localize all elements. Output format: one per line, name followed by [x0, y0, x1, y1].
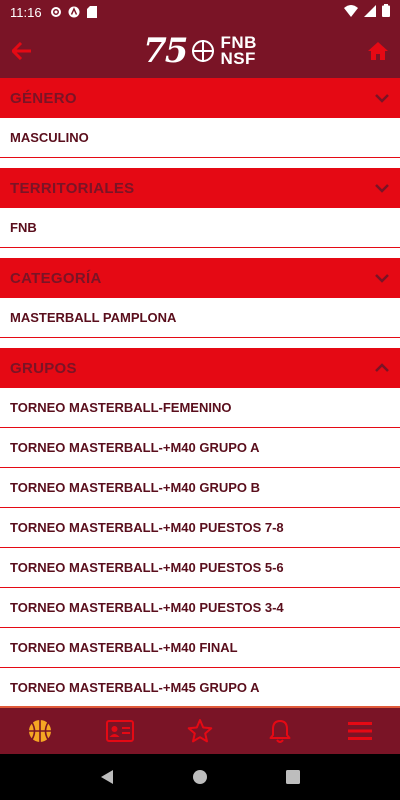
app-notification-icon [68, 6, 80, 18]
home-circle-icon[interactable] [185, 762, 215, 792]
signal-icon [364, 4, 376, 20]
section-title: CATEGORÍA [10, 269, 102, 287]
battery-icon [382, 4, 390, 20]
star-icon[interactable] [180, 711, 220, 751]
list-item[interactable]: FNB [0, 208, 400, 248]
list-item[interactable]: MASTERBALL PAMPLONA [0, 298, 400, 338]
system-nav-bar [0, 754, 400, 800]
chevron-down-icon [374, 90, 390, 106]
fnb-logo: 75 FNB NSF [143, 34, 257, 68]
section-header-grupos[interactable]: GRUPOS [0, 348, 400, 388]
list-item[interactable]: TORNEO MASTERBALL-+M45 GRUPO A [0, 668, 400, 706]
section-header-categoria[interactable]: CATEGORÍA [0, 258, 400, 298]
section-gap [0, 248, 400, 258]
basketball-logo-icon [192, 40, 215, 62]
settings-icon [50, 6, 62, 18]
chevron-up-icon [374, 360, 390, 376]
list-item[interactable]: TORNEO MASTERBALL-+M40 GRUPO A [0, 428, 400, 468]
sd-card-icon [86, 6, 98, 18]
list-item[interactable]: TORNEO MASTERBALL-+M40 GRUPO B [0, 468, 400, 508]
section-title: TERRITORIALES [10, 179, 135, 197]
filters-list: GÉNERO MASCULINO TERRITORIALES FNB CATEG… [0, 78, 400, 706]
section-header-genero[interactable]: GÉNERO [0, 78, 400, 118]
menu-icon[interactable] [340, 711, 380, 751]
logo-text: FNB NSF [220, 34, 256, 68]
list-item[interactable]: TORNEO MASTERBALL-+M40 PUESTOS 5-6 [0, 548, 400, 588]
section-title: GÉNERO [10, 89, 77, 107]
back-triangle-icon[interactable] [92, 762, 122, 792]
app-bar: 75 FNB NSF [0, 24, 400, 78]
bell-icon[interactable] [260, 711, 300, 751]
logo-line2: NSF [220, 49, 256, 68]
basketball-icon[interactable] [20, 711, 60, 751]
section-gap [0, 158, 400, 168]
chevron-down-icon [374, 270, 390, 286]
section-title: GRUPOS [10, 359, 77, 377]
list-item[interactable]: TORNEO MASTERBALL-+M40 PUESTOS 3-4 [0, 588, 400, 628]
section-header-territoriales[interactable]: TERRITORIALES [0, 168, 400, 208]
back-arrow-icon[interactable] [8, 37, 36, 65]
logo-number: 75 [143, 31, 188, 71]
recents-square-icon[interactable] [278, 762, 308, 792]
chevron-down-icon [374, 180, 390, 196]
status-time: 11:16 [10, 4, 42, 20]
bottom-nav [0, 706, 400, 754]
list-item[interactable]: TORNEO MASTERBALL-FEMENINO [0, 388, 400, 428]
status-bar: 11:16 [0, 0, 400, 24]
list-item[interactable]: MASCULINO [0, 118, 400, 158]
id-card-icon[interactable] [100, 711, 140, 751]
home-icon[interactable] [364, 37, 392, 65]
section-gap [0, 338, 400, 348]
list-item[interactable]: TORNEO MASTERBALL-+M40 FINAL [0, 628, 400, 668]
wifi-icon [344, 4, 358, 20]
list-item[interactable]: TORNEO MASTERBALL-+M40 PUESTOS 7-8 [0, 508, 400, 548]
